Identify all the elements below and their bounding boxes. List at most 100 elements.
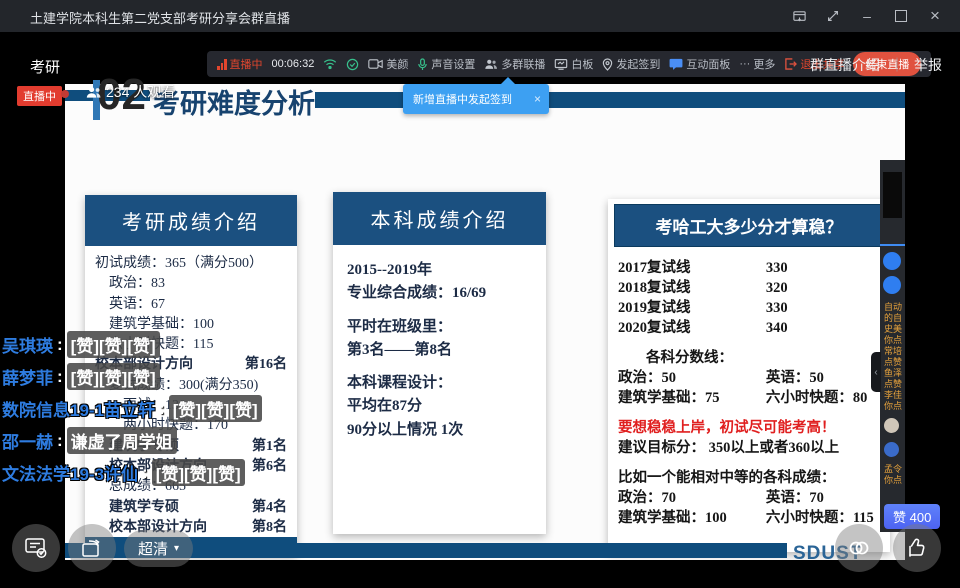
- multicast-button[interactable]: 多群联播: [484, 56, 545, 72]
- toast-text: 新增直播中发起签到: [403, 91, 526, 107]
- card-line: 初试成绩：365（满分500）: [95, 254, 287, 274]
- panel-chat-fragment: 你点: [884, 335, 905, 346]
- card-line: 建筑学基础：100 六小时快题：115: [618, 508, 882, 528]
- card-line: [618, 458, 882, 468]
- card-header: 考研成绩介绍: [85, 195, 297, 246]
- exit-icon: [784, 58, 797, 70]
- chat-message: 文法法学19-3许仙 : [赞][赞][赞]: [2, 462, 262, 483]
- caret-down-icon: ▾: [174, 543, 179, 554]
- whiteboard-icon: [554, 58, 568, 70]
- panel-chat-fragment: 史美: [884, 324, 905, 335]
- presentation-slide: 02 考研难度分析 考研成绩介绍 初试成绩：365（满分500） 政治：83: [65, 84, 905, 560]
- card-target-scores: 考哈工大多少分才算稳？ 2017复试线 330 2018复试线 320: [608, 199, 890, 552]
- chat-message-text: [赞][赞][赞]: [152, 459, 245, 486]
- card-line: 建筑学基础：75 六小时快题：80: [618, 388, 882, 408]
- app-window: 土建学院本科生第二党支部考研分享会群直播 – × 02 考研难度分析: [0, 0, 960, 588]
- card-line: [618, 338, 882, 348]
- toast-close-icon[interactable]: ×: [526, 92, 549, 106]
- status-icon[interactable]: [346, 58, 359, 71]
- maximize-icon[interactable]: [884, 0, 918, 32]
- like-button[interactable]: [893, 524, 941, 572]
- chat-message-text: [赞][赞][赞]: [67, 363, 160, 390]
- card-line: 2020复试线 340: [618, 318, 882, 338]
- card-line: 90分以上情况 1次: [347, 419, 532, 442]
- panel-collapse-handle[interactable]: ‹: [871, 352, 881, 392]
- rotate-screen-icon: [80, 537, 104, 559]
- message-settings-icon: [24, 537, 48, 559]
- card-line: 要想稳稳上岸，初试尽可能考高！: [618, 418, 882, 438]
- card-line: 专业综合成绩：16/69: [347, 282, 532, 305]
- card-line: 2015--2019年: [347, 259, 532, 282]
- panel-chat-fragments: 自动的自史美你点常培点赞鱼泽点赞李佳你点: [884, 302, 905, 412]
- card-line: 2018复试线 320: [618, 278, 882, 298]
- panel-sticker-icon[interactable]: [883, 252, 901, 270]
- card-line: 本科课程设计：: [347, 372, 532, 395]
- card-line: 2019复试线 330: [618, 298, 882, 318]
- chat-message-text: 谦虚了周学姐: [67, 427, 177, 454]
- live-bars-icon: [217, 59, 227, 70]
- viewer-count-text: 234 人观看: [106, 82, 175, 102]
- avatar: [884, 442, 899, 457]
- card-line: [618, 408, 882, 418]
- panel-chat-fragment: 点赞: [884, 379, 905, 390]
- record-dot: [61, 90, 69, 98]
- pin-window-icon[interactable]: [782, 0, 816, 32]
- share-button[interactable]: [835, 524, 883, 572]
- minimize-icon[interactable]: –: [850, 0, 884, 32]
- network-wifi-icon: [323, 58, 337, 70]
- chat-bubble-icon: [669, 58, 683, 70]
- more-dots-icon: ···: [739, 58, 750, 70]
- live-intro-link[interactable]: 群直播介绍: [810, 55, 880, 75]
- chat-message: 吴琪瑛 : [赞][赞][赞]: [2, 334, 262, 355]
- rotate-screen-button[interactable]: [68, 524, 116, 572]
- chat-message: 邵一赫 : 谦虚了周学姐: [2, 430, 262, 451]
- chevron-left-icon: ‹: [874, 367, 877, 378]
- checkin-toast: 新增直播中发起签到 ×: [403, 84, 549, 114]
- camera-icon: [368, 58, 383, 70]
- chat-overlay: 吴琪瑛 : [赞][赞][赞] 薛梦菲 : [赞][赞][赞] 数院信息19-1…: [2, 334, 262, 483]
- chat-sender-name: 吴琪瑛: [2, 332, 53, 357]
- audio-settings-button[interactable]: 声音设置: [417, 56, 475, 72]
- panel-chat-fragment: 孟令: [884, 464, 905, 475]
- people-icon: [484, 58, 498, 70]
- card-line: 平时在班级里：: [347, 316, 532, 339]
- card-line: 政治：50 英语：50: [618, 368, 882, 388]
- panel-chat-fragment: 点赞: [884, 357, 905, 368]
- panel-like-icon[interactable]: [883, 276, 901, 294]
- card-body: 2015--2019年 专业综合成绩：16/69: [333, 245, 546, 456]
- location-pin-icon: [602, 58, 613, 71]
- viewers-icon: [86, 85, 102, 99]
- danmaku-settings-button[interactable]: [12, 524, 60, 572]
- report-link[interactable]: 举报: [914, 55, 942, 75]
- window-title: 土建学院本科生第二党支部考研分享会群直播: [30, 8, 290, 27]
- more-button[interactable]: ··· 更多: [739, 56, 775, 72]
- chat-message-text: [赞][赞][赞]: [169, 395, 262, 422]
- share-rings-icon: [846, 537, 872, 559]
- card-line: 第3名——第8名: [347, 339, 532, 362]
- chat-message: 数院信息19-1苗立轩 : [赞][赞][赞]: [2, 398, 262, 419]
- live-status-badge: 直播中: [17, 86, 62, 106]
- card-line: 政治：83: [95, 274, 287, 294]
- card-line: 比如一个能相对中等的各科成绩：: [618, 468, 882, 488]
- checkin-button[interactable]: 发起签到: [602, 56, 660, 72]
- panel-chat-fragments: 孟令你点: [884, 464, 905, 486]
- chat-message-text: [赞][赞][赞]: [67, 331, 160, 358]
- beauty-button[interactable]: 美颜: [368, 56, 408, 72]
- card-line: 政治：70 英语：70: [618, 488, 882, 508]
- window-controls: – ×: [782, 0, 952, 32]
- panel-chat-fragment: 李佳: [884, 390, 905, 401]
- interaction-panel-button[interactable]: 互动面板: [669, 56, 730, 72]
- microphone-icon: [417, 58, 428, 71]
- panel-chat-fragment: 你点: [884, 401, 905, 412]
- quality-label: 超清: [138, 538, 168, 559]
- card-line: 英语：67: [95, 295, 287, 315]
- avatar: [884, 418, 899, 433]
- whiteboard-button[interactable]: 白板: [554, 56, 593, 72]
- card-body: 2017复试线 330 2018复试线 320 2019复试线 330: [608, 252, 890, 532]
- close-icon[interactable]: ×: [918, 0, 952, 32]
- video-area: 02 考研难度分析 考研成绩介绍 初试成绩：365（满分500） 政治：83: [0, 32, 960, 588]
- card-header: 本科成绩介绍: [333, 192, 546, 245]
- fullscreen-icon[interactable]: [816, 0, 850, 32]
- card-line: 各科分数线：: [618, 348, 882, 368]
- quality-selector[interactable]: 超清 ▾: [124, 530, 193, 567]
